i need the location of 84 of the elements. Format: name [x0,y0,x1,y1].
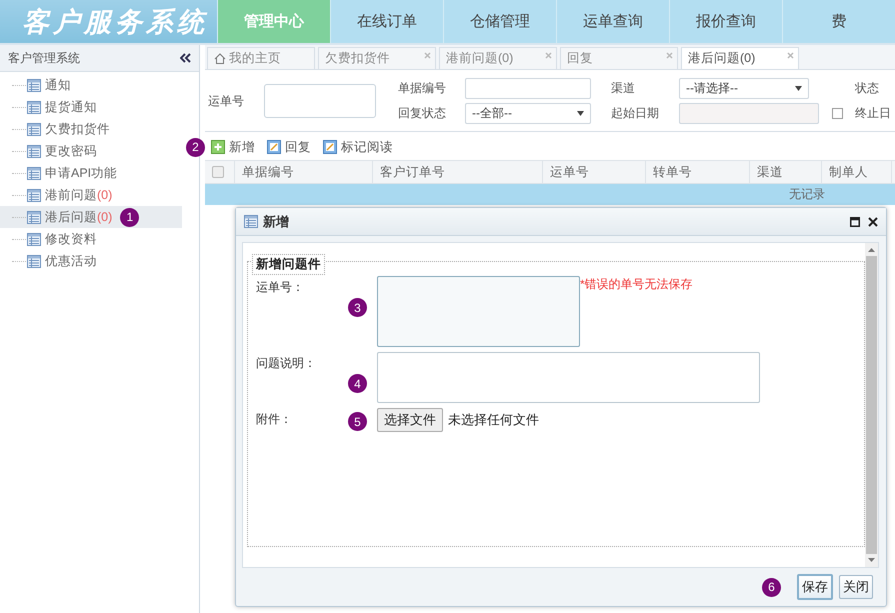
column-header[interactable]: 制单人 [829,164,868,180]
list-icon [27,100,41,114]
channel-select[interactable]: --请选择-- [679,78,809,99]
field-label: 终止日 [855,105,892,122]
start-date-input[interactable] [679,103,819,124]
nav-tab[interactable]: 在线订单 [330,0,443,43]
window-icon [244,215,258,228]
list-icon [27,166,41,180]
column-header[interactable]: 渠道 [757,164,783,180]
list-icon [27,254,41,268]
field-label: 运单号 [208,92,245,110]
toolbar-button[interactable]: 新增 [211,138,255,156]
sidebar-item[interactable]: 优惠活动 [0,250,182,272]
section-legend: 新增问题件 [252,254,325,275]
validation-note: *错误的单号无法保存 [580,276,693,293]
add-icon [211,140,225,154]
page-tab[interactable]: 港前问题(0) [439,47,557,69]
list-icon [27,78,41,92]
home-icon [214,53,226,64]
field-label: 问题说明： [255,355,317,372]
field-label: 运单号： [255,279,305,296]
column-header[interactable]: 运单号 [550,164,589,180]
empty-message: 无记录 [789,186,825,203]
close-icon[interactable] [868,216,878,226]
column-header[interactable]: 单据编号 [242,164,294,180]
field-label: 渠道 [611,80,636,97]
sidebar-item[interactable]: 欠费扣货件 [0,118,182,140]
sidebar-item[interactable]: 港前问题(0) [0,184,182,206]
field-label: 单据编号 [398,80,447,97]
reply-status-select[interactable]: --全部-- [465,103,591,124]
file-status: 未选择任何文件 [448,411,539,429]
edit-icon [267,140,281,154]
dialog-button[interactable]: 关闭 [839,575,873,599]
sidebar-item[interactable]: 港后问题(0) 1 [0,206,182,228]
sidebar-title: 客户管理系统 [8,50,80,66]
number-badge: 6 [762,578,781,596]
dropdown-caret-icon[interactable] [795,86,802,91]
text-area[interactable] [377,352,760,403]
collapse-icon[interactable] [180,53,191,63]
select-all-checkbox[interactable] [212,166,224,178]
number-badge: 5 [348,412,367,431]
nav-tab[interactable]: 报价查询 [669,0,782,43]
text-area[interactable] [377,276,580,347]
dropdown-caret-icon[interactable] [577,111,584,116]
app-title: 客户服务系统 [0,0,217,43]
number-badge: 2 [186,138,205,156]
toolbar-button[interactable]: 回复 [267,138,311,156]
field-label: 状态 [855,80,880,97]
page-tab[interactable]: 我的主页 [207,47,315,69]
field-label: 附件： [255,411,293,428]
sidebar-item[interactable]: 提货通知 [0,96,182,118]
page-tab[interactable]: 回复 [560,47,678,69]
page-tab[interactable]: 港后问题(0) [681,47,799,69]
dialog-title: 新增 [263,212,290,230]
choose-file-button[interactable]: 选择文件 [377,408,443,432]
dialog-button[interactable]: 保存 [797,574,833,600]
scrollbar[interactable] [865,243,878,567]
number-badge: 1 [120,208,140,226]
list-icon [27,210,41,224]
doc-number-input[interactable] [465,78,591,99]
number-badge: 4 [348,374,367,393]
sidebar-item[interactable]: 通知 [0,74,182,96]
field-label: 回复状态 [398,105,447,122]
sidebar-item[interactable]: 修改资料 [0,228,182,250]
scroll-down-icon[interactable] [868,558,875,562]
maximize-icon[interactable] [850,216,860,226]
number-badge: 3 [348,298,367,317]
nav-tab[interactable]: 运单查询 [556,0,669,43]
toolbar-button[interactable]: 标记阅读 [323,138,393,156]
field-label: 起始日期 [611,105,660,122]
column-header[interactable]: 客户订单号 [380,164,445,180]
nav-tab[interactable]: 费 [782,0,895,43]
column-header[interactable]: 转单号 [653,164,692,180]
nav-tab[interactable]: 仓储管理 [443,0,556,43]
waybill-input[interactable] [264,84,376,118]
sidebar-item[interactable]: 申请API功能 [0,162,182,184]
list-icon [27,122,41,136]
list-icon [27,144,41,158]
edit-icon [323,140,337,154]
page-tab[interactable]: 欠费扣货件 [318,47,436,69]
list-icon [27,188,41,202]
scroll-up-icon[interactable] [868,248,875,252]
list-icon [27,232,41,246]
sidebar-item[interactable]: 更改密码 [0,140,182,162]
